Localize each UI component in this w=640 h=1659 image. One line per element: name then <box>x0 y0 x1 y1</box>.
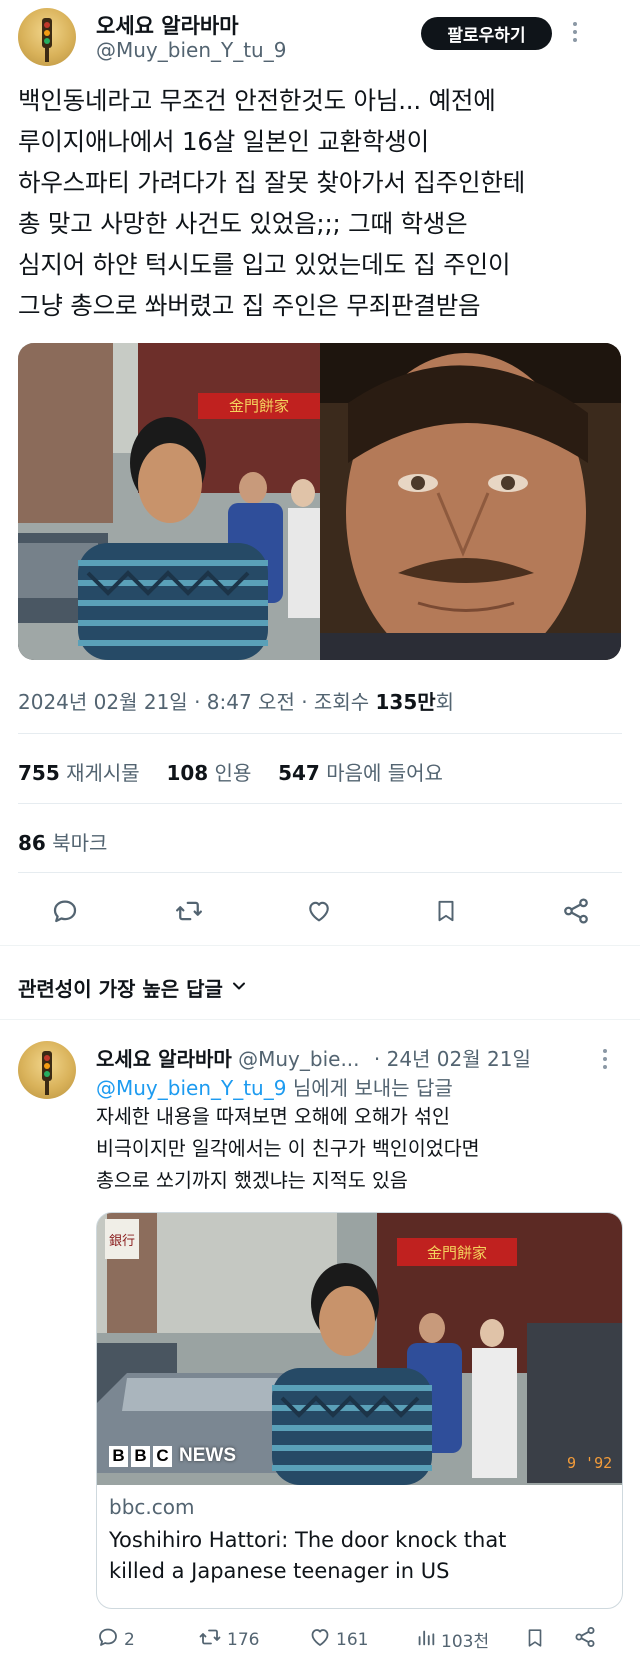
retweet-count: 176 <box>227 1629 260 1650</box>
tweet-text-line: 하우스파티 가려다가 집 잘못 찾아가서 집주인한테 <box>18 168 526 197</box>
author-handle[interactable]: @Muy_bien_Y_tu_9 <box>96 38 286 62</box>
reply-views-button[interactable]: 103천 <box>415 1625 489 1654</box>
replying-to: @Muy_bien_Y_tu_9 님에게 보내는 답글 <box>96 1072 453 1101</box>
tweet-meta: 2024년 02월 21일 · 8:47 오전 · 조회수 135만회 <box>18 686 454 715</box>
shop-sign-text: 金門餅家 <box>229 397 289 415</box>
reply-icon[interactable] <box>50 896 80 926</box>
replying-to-mention[interactable]: @Muy_bien_Y_tu_9 <box>96 1076 286 1100</box>
tweet-text-line: 심지어 하얀 턱시도를 입고 있었는데도 집 주인이 <box>18 250 511 279</box>
chevron-down-icon <box>231 978 247 998</box>
reply-author-avatar[interactable] <box>18 1041 76 1099</box>
card-domain: bbc.com <box>109 1495 195 1519</box>
link-preview-card[interactable]: 金門餅家 銀行 9 '92 B B C NEWS bbc.com Yoshihi… <box>96 1212 623 1609</box>
heart-icon[interactable] <box>304 897 334 925</box>
reply-header: 오세요 알라바마 @Muy_bie... · 24년 02월 21일 <box>96 1043 531 1072</box>
reply-text-line: 총으로 쏘기까지 했겠냐는 지적도 있음 <box>96 1169 408 1192</box>
like-count: 161 <box>336 1629 369 1650</box>
reply-text-line: 비극이지만 일각에서는 이 친구가 백인이었다면 <box>96 1137 480 1160</box>
reply-author-handle[interactable]: @Muy_bie... <box>238 1047 359 1071</box>
reply-count: 2 <box>124 1629 135 1650</box>
reply-text: 자세한 내용을 따져보면 오해에 오해가 섞인 비극이지만 일각에서는 이 친구… <box>96 1101 480 1197</box>
photo-timestamp: 9 '92 <box>567 1454 612 1472</box>
reply-retweet-button[interactable]: 176 <box>197 1625 259 1654</box>
more-options-icon[interactable] <box>570 20 580 44</box>
author-avatar[interactable] <box>18 8 76 66</box>
reply-date[interactable]: · 24년 02월 21일 <box>374 1047 531 1071</box>
tweet-text-line: 그냥 총으로 쏴버렸고 집 주인은 무죄판결받음 <box>18 291 481 320</box>
reply-share-icon[interactable] <box>573 1625 597 1653</box>
retweet-icon[interactable] <box>173 896 205 926</box>
views-icon <box>415 1625 437 1654</box>
card-bank-sign: 銀行 <box>109 1234 135 1249</box>
reply-text-line: 자세한 내용을 따져보면 오해에 오해가 섞인 <box>96 1105 450 1128</box>
quotes-stat[interactable]: 108 인용 <box>166 761 251 785</box>
card-title: Yoshihiro Hattori: The door knock that k… <box>109 1528 507 1583</box>
card-shop-sign: 金門餅家 <box>427 1244 487 1262</box>
bookmarks-stat[interactable]: 86 북마크 <box>18 827 107 856</box>
divider <box>0 945 640 946</box>
reply-author-name[interactable]: 오세요 알라바마 <box>96 1047 232 1071</box>
retweet-icon <box>197 1625 223 1654</box>
reply-more-options-icon[interactable] <box>600 1047 610 1071</box>
tweet-text: 백인동네라고 무조건 안전한것도 아님... 예전에 루이지애나에서 16살 일… <box>18 80 525 326</box>
tweet-media[interactable]: 金門餅家 <box>18 343 621 660</box>
link-preview-image[interactable]: 金門餅家 銀行 9 '92 B B C NEWS <box>97 1213 622 1485</box>
replying-to-suffix: 님에게 보내는 답글 <box>286 1076 453 1100</box>
reply-like-button[interactable]: 161 <box>308 1625 368 1654</box>
reply-bookmark-icon[interactable] <box>524 1625 546 1655</box>
tweet-date[interactable]: 2024년 02월 21일 · 8:47 오전 · 조회수 <box>18 690 375 714</box>
divider <box>18 803 622 804</box>
bookmark-icon[interactable] <box>433 896 459 926</box>
divider <box>18 733 622 734</box>
sort-label: 관련성이 가장 높은 답글 <box>18 977 223 1001</box>
divider <box>0 1019 640 1020</box>
follow-button[interactable]: 팔로우하기 <box>421 17 552 50</box>
reply-reply-button[interactable]: 2 <box>96 1625 135 1654</box>
retweets-stat[interactable]: 755 재게시물 <box>18 761 140 785</box>
views-count: 135만 <box>375 690 436 714</box>
tweet-text-line: 총 맞고 사망한 사건도 있었음;;; 그때 학생은 <box>18 209 468 238</box>
divider <box>18 872 622 873</box>
author-name[interactable]: 오세요 알라바마 <box>96 10 239 40</box>
heart-icon <box>308 1625 332 1654</box>
likes-stat[interactable]: 547 마음에 들어요 <box>278 761 443 785</box>
sort-dropdown[interactable]: 관련성이 가장 높은 답글 <box>18 973 247 1002</box>
reply-icon <box>96 1625 120 1654</box>
bbc-news-logo: B B C NEWS <box>109 1445 236 1467</box>
engagement-stats: 755 재게시물 108 인용 547 마음에 들어요 <box>18 757 443 786</box>
views-unit: 회 <box>435 690 455 714</box>
views-count: 103천 <box>441 1632 490 1652</box>
photo-street-student[interactable]: 金門餅家 <box>18 343 621 660</box>
tweet-text-line: 루이지애나에서 16살 일본인 교환학생이 <box>18 127 429 156</box>
tweet-text-line: 백인동네라고 무조건 안전한것도 아님... 예전에 <box>18 86 496 115</box>
share-icon[interactable] <box>561 896 591 926</box>
